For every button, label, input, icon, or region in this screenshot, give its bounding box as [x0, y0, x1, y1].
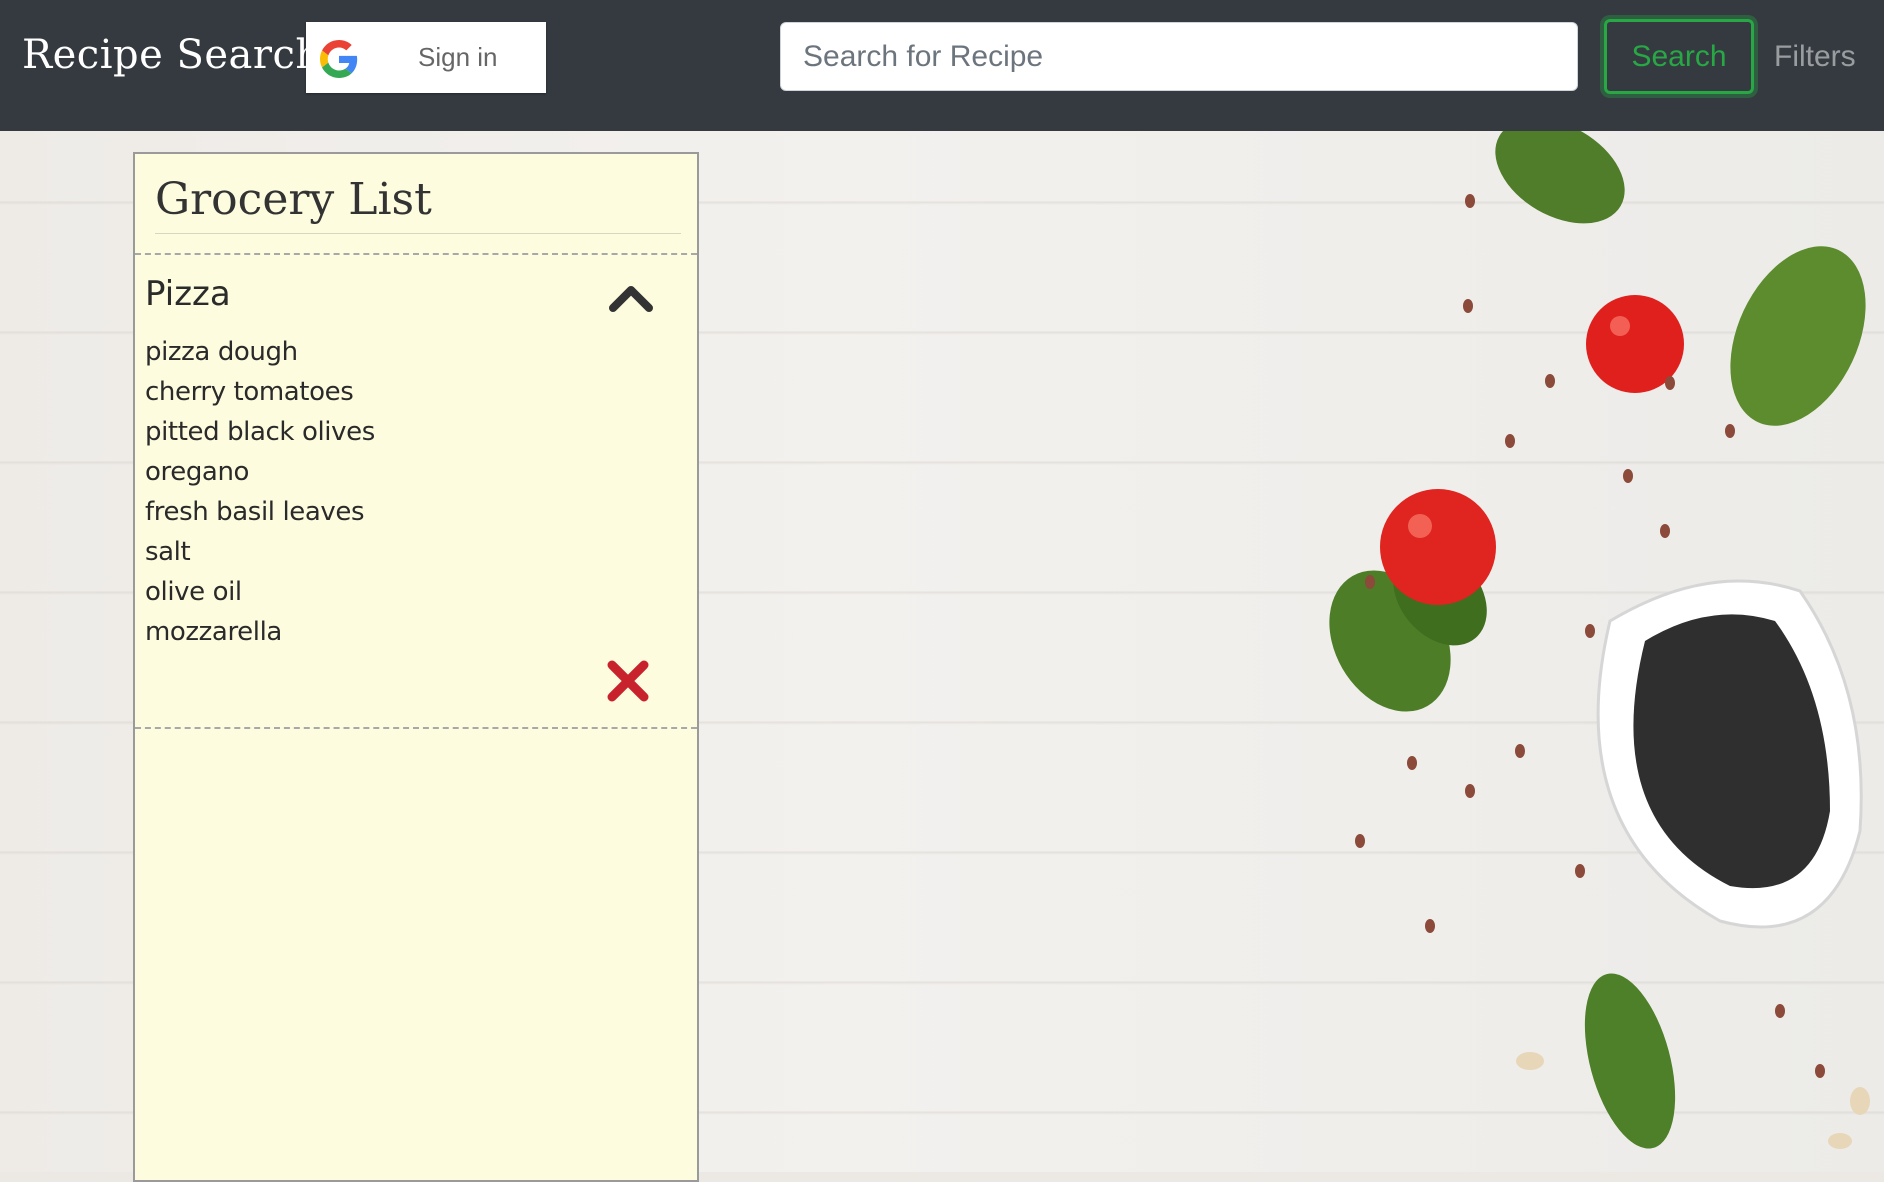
- grocery-list-panel: Grocery List Pizza pizza dough cherry to…: [133, 152, 699, 1182]
- list-item: pizza dough: [145, 337, 298, 367]
- recipe-section-title[interactable]: Pizza: [145, 274, 231, 314]
- chevron-up-icon[interactable]: [607, 282, 655, 314]
- divider: [135, 727, 697, 729]
- list-item: mozzarella: [145, 617, 282, 647]
- navbar: Recipe Search Sign in Search Filters: [0, 0, 1884, 131]
- list-item: pitted black olives: [145, 417, 375, 447]
- recipe-search-input[interactable]: [780, 22, 1578, 91]
- filters-link[interactable]: Filters: [1774, 40, 1856, 74]
- list-item: oregano: [145, 457, 250, 487]
- list-item: olive oil: [145, 577, 242, 607]
- brand-title[interactable]: Recipe Search: [22, 32, 322, 78]
- list-item: fresh basil leaves: [145, 497, 365, 527]
- sign-in-label: Sign in: [418, 42, 498, 72]
- grocery-items-list: pizza dough cherry tomatoes pitted black…: [145, 332, 375, 652]
- google-sign-in-button[interactable]: Sign in: [306, 22, 546, 93]
- search-button[interactable]: Search: [1604, 19, 1754, 94]
- list-item: salt: [145, 537, 191, 567]
- grocery-list-title: Grocery List: [155, 174, 681, 234]
- divider: [135, 253, 697, 255]
- close-icon[interactable]: [605, 658, 651, 704]
- list-item: cherry tomatoes: [145, 377, 354, 407]
- google-icon: [320, 40, 358, 78]
- food-decoration-image: [1329, 131, 1870, 1149]
